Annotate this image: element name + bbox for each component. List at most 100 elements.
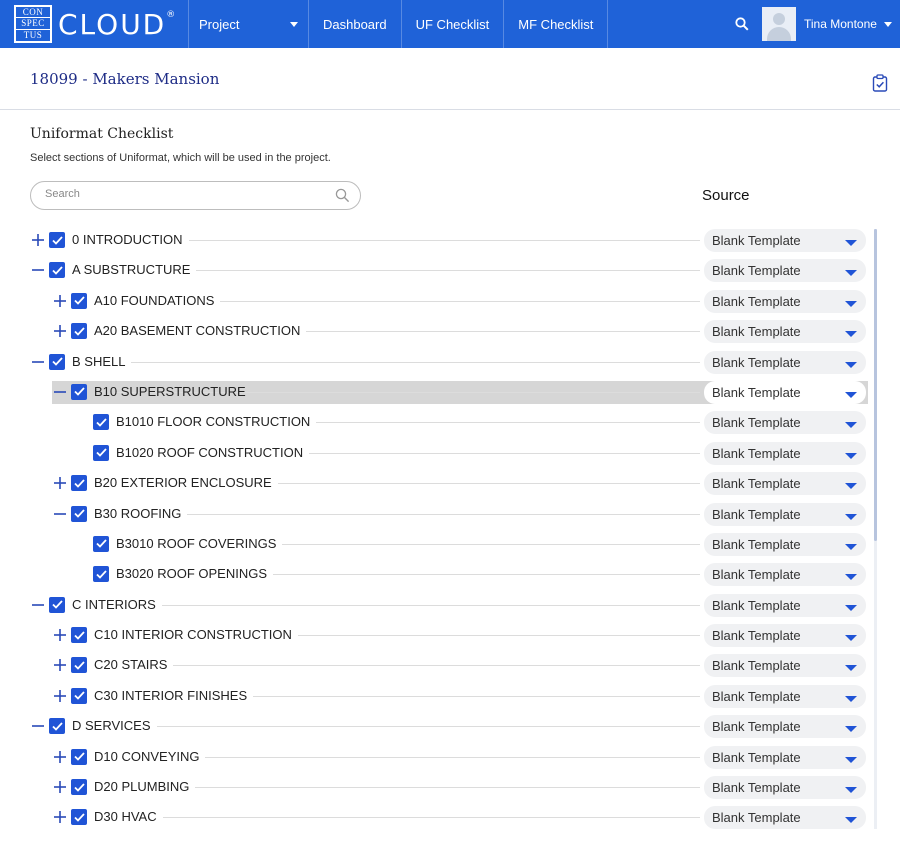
row-checkbox[interactable]: [71, 383, 87, 400]
row-checkbox[interactable]: [71, 627, 87, 644]
tree-row[interactable]: B1010 FLOOR CONSTRUCTION Blank Template: [0, 407, 900, 437]
source-select-value: Blank Template: [712, 506, 801, 522]
tree-row[interactable]: B3020 ROOF OPENINGS Blank Template: [0, 559, 900, 589]
collapse-minus-icon[interactable]: [31, 598, 45, 612]
tree-row[interactable]: B10 SUPERSTRUCTURE Blank Template: [0, 377, 900, 407]
dropdown-caret-icon: [845, 635, 857, 642]
project-dropdown[interactable]: Project: [188, 0, 308, 48]
source-select-value: Blank Template: [712, 810, 801, 826]
checkmark-icon: [73, 509, 85, 518]
source-select[interactable]: Blank Template: [704, 593, 866, 617]
tree-row[interactable]: D SERVICES Blank Template: [0, 711, 900, 741]
collapse-minus-icon[interactable]: [31, 355, 45, 369]
source-select[interactable]: Blank Template: [704, 776, 866, 800]
collapse-minus-icon[interactable]: [31, 263, 45, 277]
search-input[interactable]: [45, 188, 325, 200]
source-select[interactable]: Blank Template: [704, 259, 866, 283]
source-select[interactable]: Blank Template: [704, 624, 866, 648]
collapse-minus-icon[interactable]: [53, 385, 67, 399]
source-select-value: Blank Template: [712, 658, 801, 674]
tree-row[interactable]: B3010 ROOF COVERINGS Blank Template: [0, 529, 900, 559]
tree-row[interactable]: A10 FOUNDATIONS Blank Template: [0, 286, 900, 316]
expand-plus-icon[interactable]: [53, 476, 67, 490]
tree-row[interactable]: D30 HVAC Blank Template: [0, 802, 900, 832]
row-checkbox[interactable]: [71, 323, 87, 340]
row-checkbox[interactable]: [49, 262, 65, 279]
tree-row[interactable]: 0 INTRODUCTION Blank Template: [0, 225, 900, 255]
source-select-value: Blank Template: [712, 536, 801, 552]
expand-plus-icon[interactable]: [53, 628, 67, 642]
source-select[interactable]: Blank Template: [704, 532, 866, 556]
nav-dashboard[interactable]: Dashboard: [308, 0, 401, 48]
expand-plus-icon[interactable]: [53, 658, 67, 672]
row-checkbox[interactable]: [71, 292, 87, 309]
tree-row[interactable]: C30 INTERIOR FINISHES Blank Template: [0, 681, 900, 711]
row-checkbox[interactable]: [49, 232, 65, 248]
expand-plus-icon[interactable]: [53, 750, 67, 764]
tree-row[interactable]: D20 PLUMBING Blank Template: [0, 772, 900, 802]
source-select[interactable]: Blank Template: [704, 715, 866, 739]
tree-row[interactable]: B SHELL Blank Template: [0, 347, 900, 377]
clipboard-check-icon[interactable]: [872, 74, 888, 92]
source-select[interactable]: Blank Template: [704, 745, 866, 769]
row-checkbox[interactable]: [93, 414, 109, 431]
row-checkbox[interactable]: [93, 535, 109, 552]
source-select[interactable]: Blank Template: [704, 684, 866, 708]
tree-row[interactable]: C INTERIORS Blank Template: [0, 590, 900, 620]
expand-plus-icon[interactable]: [53, 324, 67, 338]
tree-row[interactable]: C10 INTERIOR CONSTRUCTION Blank Template: [0, 620, 900, 650]
user-menu[interactable]: Tina Montone: [796, 0, 900, 48]
source-select[interactable]: Blank Template: [704, 229, 866, 252]
source-select[interactable]: Blank Template: [704, 502, 866, 526]
collapse-minus-icon[interactable]: [53, 507, 67, 521]
nav-uf-checklist[interactable]: UF Checklist: [400, 0, 504, 48]
user-avatar[interactable]: [762, 7, 796, 41]
nav-mf-checklist[interactable]: MF Checklist: [503, 0, 607, 48]
tree-row[interactable]: B1020 ROOF CONSTRUCTION Blank Template: [0, 438, 900, 468]
source-select[interactable]: Blank Template: [704, 441, 866, 465]
row-checkbox[interactable]: [93, 444, 109, 461]
expand-plus-icon[interactable]: [53, 689, 67, 703]
row-checkbox[interactable]: [93, 566, 109, 583]
row-checkbox[interactable]: [71, 809, 87, 826]
tree-row[interactable]: B20 EXTERIOR ENCLOSURE Blank Template: [0, 468, 900, 498]
row-checkbox[interactable]: [49, 596, 65, 613]
logo-word-text: CLOUD: [58, 7, 167, 41]
source-select[interactable]: Blank Template: [704, 654, 866, 678]
tree-row[interactable]: A SUBSTRUCTURE Blank Template: [0, 255, 900, 285]
dropdown-caret-icon: [845, 240, 857, 246]
tree-row[interactable]: C20 STAIRS Blank Template: [0, 650, 900, 680]
tree-row[interactable]: D10 CONVEYING Blank Template: [0, 742, 900, 772]
tree-row[interactable]: B30 ROOFING Blank Template: [0, 499, 900, 529]
source-select[interactable]: Blank Template: [704, 806, 866, 830]
collapse-minus-icon[interactable]: [31, 719, 45, 733]
app-logo[interactable]: CON SPEC TUS CLOUD®: [0, 0, 188, 48]
dropdown-caret-icon: [845, 665, 857, 672]
row-checkbox[interactable]: [49, 353, 65, 370]
row-checkbox[interactable]: [71, 657, 87, 674]
row-checkbox[interactable]: [71, 475, 87, 492]
row-checkbox[interactable]: [71, 779, 87, 796]
expand-plus-icon[interactable]: [53, 810, 67, 824]
source-select[interactable]: Blank Template: [704, 289, 866, 313]
source-column-header: Source: [702, 187, 750, 204]
row-checkbox[interactable]: [71, 687, 87, 704]
expand-plus-icon[interactable]: [53, 294, 67, 308]
source-select[interactable]: Blank Template: [704, 320, 866, 344]
source-select-value: Blank Template: [712, 354, 801, 370]
source-select[interactable]: Blank Template: [704, 411, 866, 435]
row-checkbox[interactable]: [71, 748, 87, 765]
nav-search-button[interactable]: [722, 0, 762, 48]
expand-plus-icon[interactable]: [31, 233, 45, 247]
row-checkbox[interactable]: [71, 505, 87, 522]
search-icon[interactable]: [335, 188, 350, 203]
tree-row[interactable]: A20 BASEMENT CONSTRUCTION Blank Template: [0, 316, 900, 346]
expand-plus-icon[interactable]: [53, 780, 67, 794]
source-select[interactable]: Blank Template: [704, 380, 866, 404]
source-select[interactable]: Blank Template: [704, 563, 866, 587]
source-select[interactable]: Blank Template: [704, 472, 866, 496]
source-select-value: Blank Template: [712, 324, 801, 340]
source-select[interactable]: Blank Template: [704, 350, 866, 374]
scrollbar-thumb[interactable]: [874, 229, 877, 541]
row-checkbox[interactable]: [49, 718, 65, 735]
